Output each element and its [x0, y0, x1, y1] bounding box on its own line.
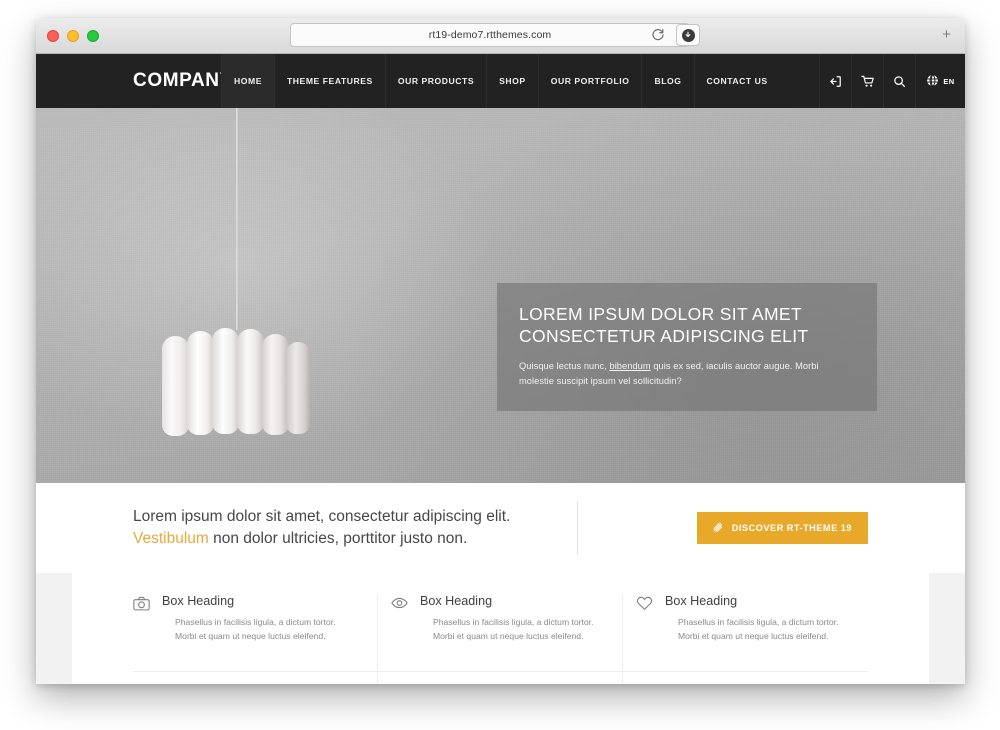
hero-section: LOREM IPSUM DOLOR SIT AMET CONSECTETUR A…: [36, 108, 965, 483]
feature-box[interactable]: Box Heading Phasellus in facilisis ligul…: [378, 594, 623, 671]
cart-icon[interactable]: [851, 54, 883, 108]
feature-box[interactable]: Box Heading Phasellus in facilisis ligul…: [622, 671, 868, 684]
language-switcher[interactable]: EN: [915, 54, 965, 108]
new-tab-button[interactable]: +: [938, 27, 955, 44]
features-section: Box Heading Phasellus in facilisis ligul…: [36, 573, 965, 684]
reload-icon[interactable]: [650, 27, 666, 43]
nav-item-our-portfolio[interactable]: OUR PORTFOLIO: [537, 54, 642, 108]
feature-title: Box Heading: [664, 594, 738, 608]
callout-divider: [577, 501, 578, 555]
hero-title: LOREM IPSUM DOLOR SIT AMET CONSECTETUR A…: [519, 304, 809, 347]
download-icon[interactable]: [676, 24, 700, 46]
download-glyph: [681, 28, 695, 42]
feature-title: Box Heading: [419, 594, 493, 608]
features-grid: Box Heading Phasellus in facilisis ligul…: [72, 573, 929, 684]
site-header: COMPANY HOME THEME FEATURES OUR PRODUCTS…: [36, 54, 965, 108]
close-window-button[interactable]: [47, 29, 59, 42]
feature-box[interactable]: Box Heading Phasellus in facilisis ligul…: [133, 594, 378, 671]
feature-box[interactable]: Box Heading Phasellus in facilisis ligul…: [377, 671, 623, 684]
login-icon[interactable]: [819, 54, 851, 108]
address-bar-wrap: rt19-demo7.rtthemes.com: [290, 23, 690, 47]
discover-button[interactable]: DISCOVER RT-THEME 19: [696, 512, 868, 544]
nav-item-our-products[interactable]: OUR PRODUCTS: [384, 54, 486, 108]
header-icon-group: EN: [819, 54, 965, 108]
window-controls: [47, 29, 99, 42]
feature-desc: Phasellus in facilisis ligula, a dictum …: [432, 616, 594, 641]
feature-body: Box Heading Phasellus in facilisis ligul…: [664, 594, 846, 671]
feature-desc: Phasellus in facilisis ligula, a dictum …: [175, 616, 336, 641]
paperclip-icon: [713, 522, 724, 535]
browser-window: rt19-demo7.rtthemes.com + COMPANY HOME T…: [36, 18, 965, 684]
minimize-window-button[interactable]: [67, 29, 79, 42]
hero-desc-part1: Quisque lectus nunc,: [519, 360, 610, 371]
hero-description: Quisque lectus nunc, bibendum quis ex se…: [519, 359, 855, 389]
feature-desc: Phasellus in facilisis ligula, a dictum …: [677, 616, 839, 641]
callout-text-part1: Lorem ipsum dolor sit amet, consectetur …: [133, 508, 511, 525]
pendant-lamp-image: [162, 108, 318, 438]
site-logo[interactable]: COMPANY: [36, 54, 260, 108]
feature-body: Box Heading Phasellus in facilisis ligul…: [419, 594, 596, 671]
nav-item-theme-features[interactable]: THEME FEATURES: [273, 54, 385, 108]
page-viewport: COMPANY HOME THEME FEATURES OUR PRODUCTS…: [36, 54, 965, 684]
feature-box[interactable]: Box Heading Phasellus in facilisis ligul…: [623, 594, 868, 671]
lamp-shade: [162, 326, 318, 436]
search-icon[interactable]: [883, 54, 915, 108]
heart-icon: [636, 595, 654, 671]
globe-icon: [926, 74, 939, 89]
logo-text: COMPANY: [133, 70, 233, 91]
hero-desc-link[interactable]: bibendum: [609, 361, 650, 371]
maximize-window-button[interactable]: [87, 29, 99, 42]
main-navigation: HOME THEME FEATURES OUR PRODUCTS SHOP OU…: [221, 54, 780, 108]
page-root: rt19-demo7.rtthemes.com + COMPANY HOME T…: [0, 0, 1000, 730]
url-text: rt19-demo7.rtthemes.com: [428, 29, 552, 41]
feature-box[interactable]: Box Heading Phasellus in facilisis ligul…: [133, 671, 378, 684]
browser-titlebar: rt19-demo7.rtthemes.com +: [36, 18, 965, 54]
callout-text: Lorem ipsum dolor sit amet, consectetur …: [133, 506, 553, 550]
feature-body: Box Heading Phasellus in facilisis ligul…: [162, 594, 351, 671]
nav-item-blog[interactable]: BLOG: [641, 54, 693, 108]
callout-text-part2: non dolor ultricies, porttitor justo non…: [208, 530, 468, 547]
callout-text-accent: Vestibulum: [133, 530, 209, 547]
nav-item-contact-us[interactable]: CONTACT US: [693, 54, 780, 108]
hero-caption-box: LOREM IPSUM DOLOR SIT AMET CONSECTETUR A…: [497, 283, 877, 411]
callout-section: Lorem ipsum dolor sit amet, consectetur …: [36, 483, 965, 573]
address-bar[interactable]: rt19-demo7.rtthemes.com: [290, 23, 690, 47]
lamp-cord: [236, 108, 238, 330]
eye-icon: [391, 595, 409, 671]
language-label: EN: [943, 76, 955, 86]
discover-button-label: DISCOVER RT-THEME 19: [731, 523, 852, 533]
camera-icon: [133, 595, 151, 671]
nav-item-home[interactable]: HOME: [221, 54, 274, 108]
nav-item-shop[interactable]: SHOP: [486, 54, 538, 108]
feature-title: Box Heading: [162, 594, 235, 608]
